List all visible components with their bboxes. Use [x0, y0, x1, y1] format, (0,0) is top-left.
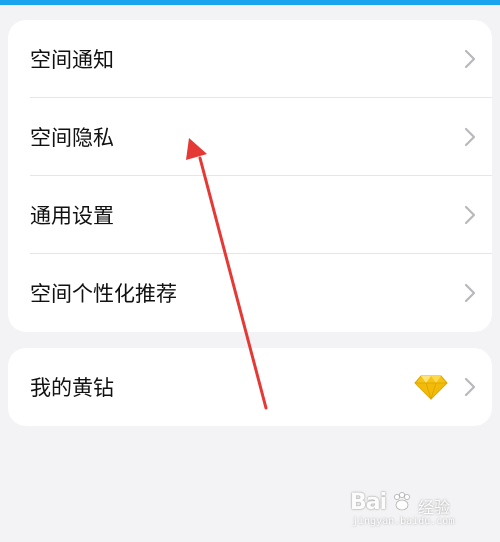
- watermark-url: jingyan.baidu.com: [352, 516, 455, 527]
- settings-item-space-privacy[interactable]: 空间隐私: [8, 98, 492, 176]
- settings-item-label: 空间个性化推荐: [30, 282, 177, 306]
- chevron-right-icon: [464, 127, 476, 147]
- watermark-brand: Bai: [350, 490, 387, 515]
- settings-item-my-yellow-diamond[interactable]: 我的黄钻: [8, 348, 492, 426]
- paw-icon: [394, 492, 410, 511]
- top-status-bar: [0, 0, 500, 5]
- chevron-right-icon: [464, 283, 476, 303]
- watermark-sub: 经验: [418, 498, 451, 517]
- settings-item-label: 通用设置: [30, 204, 114, 228]
- settings-item-personalized-recommendation[interactable]: 空间个性化推荐: [8, 254, 492, 332]
- settings-item-general-settings[interactable]: 通用设置: [8, 176, 492, 254]
- settings-item-label: 空间隐私: [30, 126, 114, 150]
- settings-item-label: 空间通知: [30, 48, 114, 72]
- baidu-jingyan-watermark: Bai 经验 jingyan.baidu.com: [350, 486, 478, 528]
- vip-group-card: 我的黄钻: [8, 348, 492, 426]
- chevron-right-icon: [464, 49, 476, 69]
- settings-group-card: 空间通知 空间隐私 通用设置 空间个性化推荐: [8, 20, 492, 332]
- settings-item-space-notifications[interactable]: 空间通知: [8, 20, 492, 98]
- settings-item-label: 我的黄钻: [30, 376, 114, 400]
- chevron-right-icon: [464, 377, 476, 397]
- yellow-diamond-icon: [414, 375, 448, 400]
- chevron-right-icon: [464, 205, 476, 225]
